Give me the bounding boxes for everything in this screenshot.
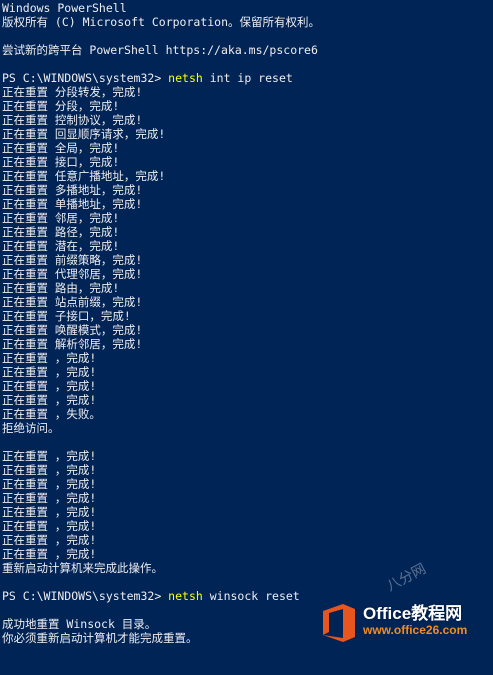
prompt-text: PS C:\WINDOWS\system32> <box>2 71 169 85</box>
output-line: 正在重置 ，完成! <box>2 477 97 491</box>
output-line: 正在重置 回显顺序请求，完成! <box>2 127 166 141</box>
command-name: netsh <box>168 589 203 603</box>
output-line: 正在重置 ，完成! <box>2 505 97 519</box>
output-line: 正在重置 ，完成! <box>2 533 97 547</box>
output-line: 正在重置 路径，完成! <box>2 225 120 239</box>
powershell-console[interactable]: Windows PowerShell 版权所有 (C) Microsoft Cor… <box>0 0 493 675</box>
output-line: 正在重置 子接口，完成! <box>2 309 131 323</box>
output-line: 拒绝访问。 <box>2 421 60 435</box>
output-line: 正在重置 分段，完成! <box>2 99 120 113</box>
output-line: 正在重置 任意广播地址，完成! <box>2 169 166 183</box>
output-line: 正在重置 ，完成! <box>2 491 97 505</box>
prompt-line: PS C:\WINDOWS\system32> netsh int ip res… <box>2 71 320 85</box>
output-line: 版权所有 (C) Microsoft Corporation。保留所有权利。 <box>2 15 321 29</box>
output-line: 正在重置 站点前缀，完成! <box>2 295 143 309</box>
command-args: winsock reset <box>202 589 300 603</box>
output-line: 正在重置 控制协议，完成! <box>2 113 143 127</box>
watermark: 八分网 Office教程网 www.office26.com <box>317 561 487 665</box>
output-line: 尝试新的跨平台 PowerShell https://aka.ms/pscore… <box>2 43 318 57</box>
output-line: 正在重置 ，完成! <box>2 547 97 561</box>
output-line: 正在重置 解析邻居，完成! <box>2 337 143 351</box>
output-line: 正在重置 多播地址，完成! <box>2 183 143 197</box>
output-line: 你必须重新启动计算机才能完成重置。 <box>2 631 198 645</box>
output-line: 正在重置 ，失败。 <box>2 407 101 421</box>
output-line: 正在重置 邻居，完成! <box>2 211 120 225</box>
output-line: 正在重置 路由，完成! <box>2 281 120 295</box>
output-line: 正在重置 全局，完成! <box>2 141 120 155</box>
console-output: Windows PowerShell 版权所有 (C) Microsoft Cor… <box>2 1 320 675</box>
output-line: 重新启动计算机来完成此操作。 <box>2 561 163 575</box>
office-logo-icon <box>323 604 355 642</box>
output-line: Windows PowerShell <box>2 1 127 15</box>
command-args: int ip reset <box>202 71 293 85</box>
watermark-url: www.office26.com <box>363 623 468 637</box>
output-line: 正在重置 分段转发，完成! <box>2 85 143 99</box>
command-name: netsh <box>168 71 203 85</box>
output-line: 正在重置 前缀策略，完成! <box>2 253 143 267</box>
output-line: 正在重置 ，完成! <box>2 449 97 463</box>
output-line: 正在重置 潜在，完成! <box>2 239 120 253</box>
output-line: 正在重置 ，完成! <box>2 519 97 533</box>
output-line: 正在重置 接口，完成! <box>2 155 120 169</box>
output-line: 正在重置 ，完成! <box>2 351 97 365</box>
watermark-faded-text: 八分网 <box>384 560 429 595</box>
output-line: 正在重置 单播地址，完成! <box>2 197 143 211</box>
output-line: 成功地重置 Winsock 目录。 <box>2 617 157 631</box>
output-line: 正在重置 唤醒模式，完成! <box>2 323 143 337</box>
output-line: 正在重置 ，完成! <box>2 365 97 379</box>
prompt-text: PS C:\WINDOWS\system32> <box>2 589 169 603</box>
output-line: 正在重置 ，完成! <box>2 379 97 393</box>
watermark-brand: Office教程网 <box>363 604 463 623</box>
output-line: 正在重置 代理邻居，完成! <box>2 267 143 281</box>
output-line: 正在重置 ，完成! <box>2 393 97 407</box>
output-line: 正在重置 ，完成! <box>2 463 97 477</box>
prompt-line: PS C:\WINDOWS\system32> netsh winsock re… <box>2 589 320 603</box>
